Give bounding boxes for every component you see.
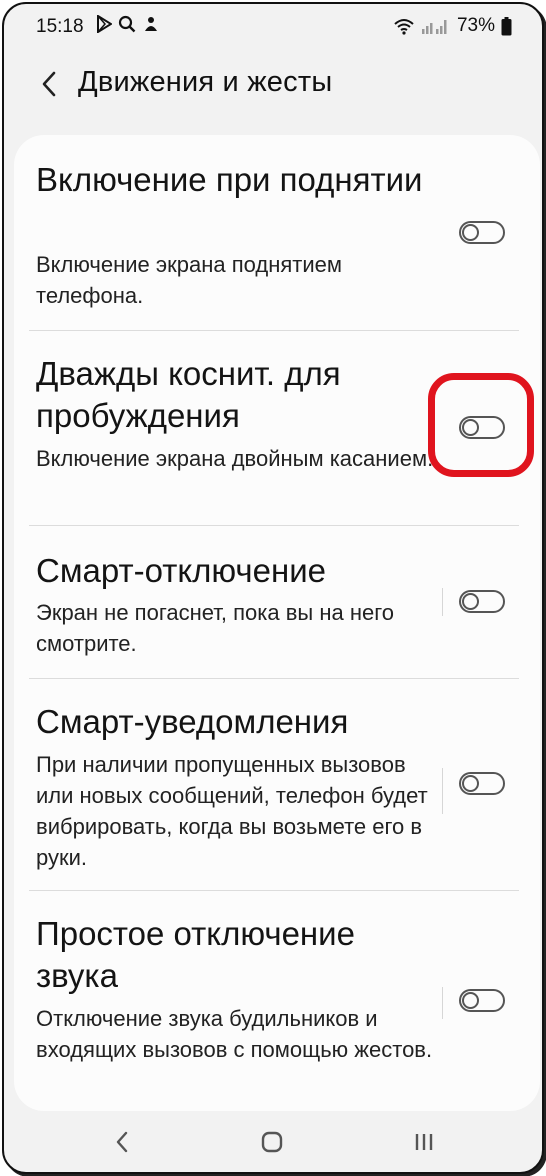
nav-back-button[interactable]	[92, 1122, 152, 1162]
recents-icon	[415, 1134, 433, 1150]
vertical-divider	[442, 987, 443, 1019]
setting-title: Включение при поднятии	[36, 161, 423, 198]
status-notification-icons	[96, 15, 160, 33]
toggle-switch[interactable]	[459, 590, 505, 613]
home-icon	[261, 1131, 283, 1153]
vertical-divider	[442, 588, 443, 616]
setting-description: Экран не погаснет, пока вы на него смотр…	[36, 600, 394, 656]
toggle-knob	[462, 775, 479, 792]
setting-smart-stay[interactable]: Смарт-отключение Экран не погаснет, пока…	[14, 526, 540, 678]
navigation-bar	[4, 1114, 542, 1172]
back-icon	[116, 1131, 128, 1153]
setting-description: Отключение звука будильников и входящих …	[36, 1006, 433, 1062]
toggle-knob	[462, 224, 479, 241]
vertical-divider	[442, 768, 443, 814]
setting-title: Смарт-уведомления	[36, 703, 349, 740]
setting-smart-alert[interactable]: Смарт-уведомления При наличии пропущенны…	[14, 679, 540, 890]
chevron-left-icon	[42, 71, 56, 97]
back-button[interactable]	[32, 64, 66, 104]
battery-percent: 73%	[456, 15, 495, 36]
toggle-knob	[462, 593, 479, 610]
settings-card: Включение при поднятии Включение экрана …	[14, 135, 540, 1111]
toggle-switch[interactable]	[459, 221, 505, 244]
setting-title: Смарт-отключение	[36, 552, 326, 589]
status-system-icons: 73%	[393, 15, 512, 37]
setting-title: Дважды коснит. для пробуждения	[36, 355, 341, 434]
search-icon	[118, 15, 136, 33]
setting-lift-to-wake[interactable]: Включение при поднятии Включение экрана …	[14, 135, 540, 330]
status-bar: 15:18 73%	[4, 4, 542, 50]
phone-screen: 15:18 73% Движения и жесты Включение при…	[2, 2, 544, 1174]
setting-title: Простое отключение звука	[36, 915, 355, 994]
signal-icon	[421, 17, 451, 35]
nav-home-button[interactable]	[242, 1122, 302, 1162]
wifi-icon	[393, 17, 415, 35]
setting-description: При наличии пропущенных вызовов или новы…	[36, 752, 428, 870]
notification-icon	[142, 15, 160, 33]
battery-icon	[501, 16, 512, 36]
toggle-knob	[462, 992, 479, 1009]
toggle-switch[interactable]	[459, 989, 505, 1012]
page-title: Движения и жесты	[78, 66, 333, 98]
setting-description: Включение экрана двойным касанием.	[36, 446, 434, 471]
toggle-switch[interactable]	[459, 772, 505, 795]
setting-easy-mute[interactable]: Простое отключение звука Отключение звук…	[14, 891, 540, 1106]
status-time: 15:18	[36, 16, 84, 37]
play-store-icon	[96, 15, 112, 33]
nav-recents-button[interactable]	[394, 1122, 454, 1162]
setting-description: Включение экрана поднятием телефона.	[36, 252, 342, 308]
highlight-frame	[428, 373, 534, 477]
app-header: Движения и жесты	[4, 56, 542, 116]
